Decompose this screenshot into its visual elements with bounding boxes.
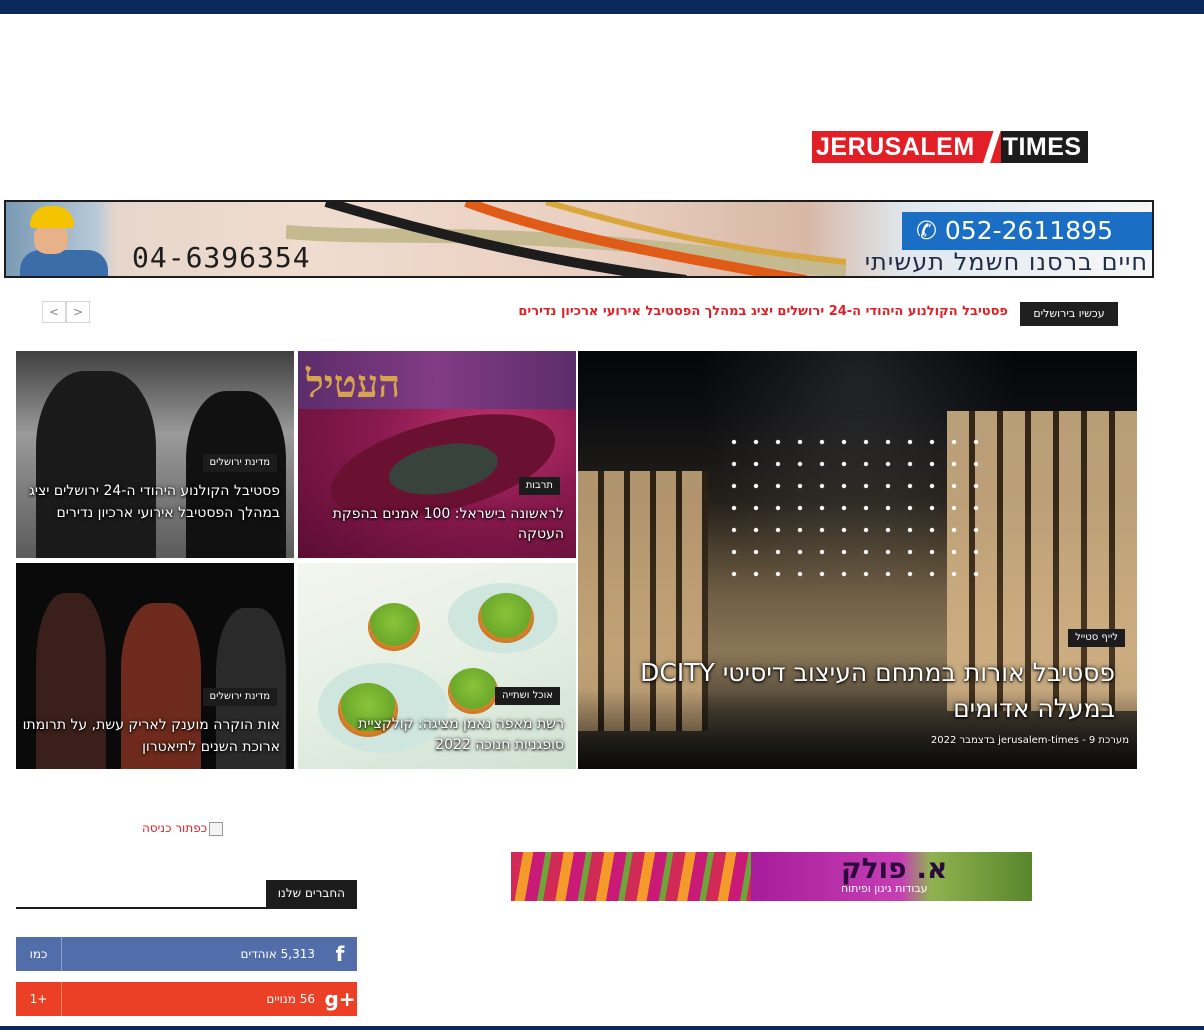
ad-subtitle: עבודות גינון ופיתוח: [841, 882, 928, 895]
worker-illustration: [20, 206, 108, 276]
gardening-ad-banner[interactable]: א. פולק עבודות גינון ופיתוח: [511, 852, 1032, 901]
donut-image: [448, 668, 498, 714]
category-badge[interactable]: מדינת ירושלים: [202, 688, 277, 706]
banner-phone-box: ✆ 052-2611895: [902, 212, 1152, 250]
article-meta: מערכת jerusalem-times - 9 בדצמבר 2022: [930, 735, 1129, 746]
gplus-counter[interactable]: g+ 56 מנויים 1+: [16, 982, 357, 1016]
top-ad-banner[interactable]: 04-6396354 ✆ 052-2611895 חיים ברסנו חשמל…: [4, 200, 1154, 278]
person-image: [36, 371, 156, 558]
banner-business-name: חיים ברסנו חשמל תעשיתי: [864, 248, 1148, 276]
logo-left: JERUSALEM: [812, 131, 979, 163]
donut-image: [478, 593, 534, 643]
logo-separator: [978, 131, 1001, 163]
banner-phone-left: 04-6396354: [132, 241, 311, 274]
category-badge[interactable]: אוכל ושתייה: [495, 687, 560, 705]
partners-heading-label: החברים שלנו: [265, 880, 357, 907]
featured-article-main[interactable]: לייף סטייל פסטיבל אורות במתחם העיצוב דיס…: [578, 351, 1137, 769]
broken-image-icon: [209, 821, 224, 836]
entry-button-image[interactable]: כפתור כניסה: [142, 821, 224, 836]
facebook-icon: f: [335, 942, 345, 966]
article-title[interactable]: רשת מאפה נאמן מציגה: קולקציית סופגניות ח…: [309, 714, 564, 756]
category-badge[interactable]: לייף סטייל: [1068, 629, 1125, 647]
phone-icon: ✆: [916, 216, 937, 245]
banner-phone-right: 052-2611895: [944, 216, 1113, 245]
facebook-like-button[interactable]: כמו: [16, 937, 62, 971]
article-title[interactable]: פסטיבל הקולנוע היהודי ה-24 ירושלים יציג …: [16, 480, 280, 524]
site-logo[interactable]: JERUSALEM TIMES: [812, 131, 1088, 163]
google-plus-icon: g+: [324, 987, 356, 1011]
partners-heading: החברים שלנו: [16, 880, 357, 909]
donut-image: [368, 603, 420, 651]
article-title[interactable]: פסטיבל אורות במתחם העיצוב דיסיטי DCITY ב…: [595, 655, 1115, 727]
festival-lights-image: [723, 431, 993, 591]
featured-article-c[interactable]: מדינת ירושלים פסטיבל הקולנוע היהודי ה-24…: [16, 351, 294, 558]
ticker-nav: < >: [42, 301, 90, 323]
gplus-follow-button[interactable]: 1+: [16, 982, 62, 1016]
gplus-count-unit: מנויים: [266, 992, 296, 1006]
facebook-count: 5,313 אוהדים: [240, 937, 315, 971]
featured-article-e[interactable]: מדינת ירושלים אות הוקרה מוענק לאריק עשת,…: [16, 563, 294, 769]
bottom-bar: [0, 1026, 1204, 1030]
ticker-label: עכשיו בירושלים: [1020, 302, 1118, 326]
gplus-count-value: 56: [299, 992, 315, 1006]
ticker-next-button[interactable]: >: [66, 301, 90, 323]
gplus-count: 56 מנויים: [266, 982, 315, 1016]
wires-illustration: [286, 202, 846, 276]
ad-title: א. פולק: [841, 852, 948, 885]
category-badge[interactable]: מדינת ירושלים: [202, 454, 277, 472]
featured-article-b[interactable]: העטיל תרבות לראשונה בישראל: 100 אמנים בה…: [298, 351, 576, 558]
category-badge[interactable]: תרבות: [518, 477, 560, 495]
person-image: [186, 391, 286, 558]
top-bar: [0, 0, 1204, 14]
article-title[interactable]: לראשונה בישראל: 100 אמנים בהפקת העטקה: [314, 504, 564, 544]
featured-article-d[interactable]: אוכל ושתייה רשת מאפה נאמן מציגה: קולקציי…: [298, 563, 576, 769]
facebook-count-value: 5,313: [280, 947, 315, 961]
entry-button-alt: כפתור כניסה: [142, 821, 208, 835]
ticker-prev-button[interactable]: <: [42, 301, 66, 323]
logo-right: TIMES: [1000, 131, 1088, 163]
facebook-count-unit: אוהדים: [240, 947, 277, 961]
poster-header: העטיל: [298, 351, 576, 409]
facebook-counter[interactable]: f 5,313 אוהדים כמו: [16, 937, 357, 971]
article-title[interactable]: אות הוקרה מוענק לאריק עשת, על תרומתו ארו…: [16, 714, 280, 758]
ticker-headline[interactable]: פסטיבל הקולנוע היהודי ה-24 ירושלים יציג …: [518, 304, 1008, 319]
